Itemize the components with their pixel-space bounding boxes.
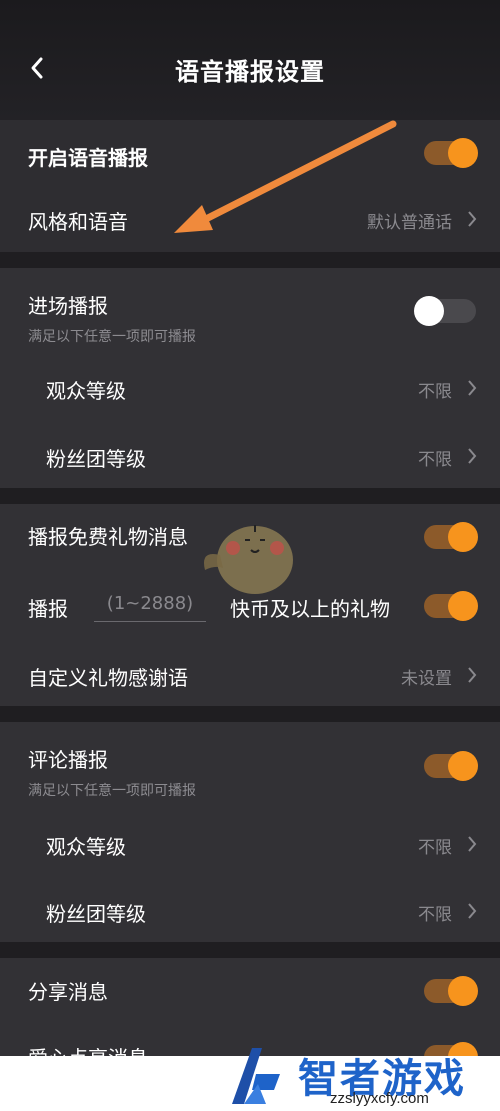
chevron-right-icon <box>468 836 477 852</box>
free-gift-toggle[interactable] <box>424 522 478 552</box>
free-gift-label: 播报免费礼物消息 <box>28 525 188 549</box>
share-toggle[interactable] <box>424 976 478 1006</box>
comment-audience-value: 不限 <box>418 838 452 858</box>
chevron-right-icon <box>468 667 477 683</box>
page-title: 语音播报设置 <box>175 58 325 86</box>
style-voice-label: 风格和语音 <box>28 210 128 234</box>
divider <box>0 252 500 268</box>
style-voice-value: 默认普通话 <box>367 213 452 233</box>
section-comment: 评论播报 满足以下任意一项即可播报 观众等级 不限 粉丝团等级 不限 <box>0 722 500 942</box>
comment-broadcast-label: 评论播报 <box>28 748 108 772</box>
entry-fan-row[interactable]: 粉丝团等级 不限 <box>0 420 500 486</box>
broadcast-label: 播报 <box>28 597 68 621</box>
divider <box>0 706 500 722</box>
section-voice: 开启语音播报 风格和语音 默认普通话 <box>0 120 500 252</box>
comment-fan-value: 不限 <box>418 905 452 925</box>
gift-thanks-label: 自定义礼物感谢语 <box>28 666 188 690</box>
chevron-right-icon <box>468 448 477 464</box>
entry-audience-label: 观众等级 <box>46 379 126 403</box>
share-row: 分享消息 <box>0 958 500 1024</box>
comment-fan-label: 粉丝团等级 <box>46 902 146 926</box>
divider <box>0 488 500 504</box>
chevron-right-icon <box>468 380 477 396</box>
gift-thanks-row[interactable]: 自定义礼物感谢语 未设置 <box>0 640 500 706</box>
watermark-url: zzslyyxcfy.com <box>330 1090 429 1107</box>
entry-broadcast-row: 进场播报 满足以下任意一项即可播报 <box>0 268 500 354</box>
comment-audience-label: 观众等级 <box>46 835 126 859</box>
entry-broadcast-label: 进场播报 <box>28 294 108 318</box>
gift-thanks-value: 未设置 <box>401 669 452 689</box>
chevron-right-icon <box>468 211 477 227</box>
style-voice-row[interactable]: 风格和语音 默认普通话 <box>0 186 500 252</box>
coin-gift-toggle[interactable] <box>424 591 478 621</box>
divider <box>0 942 500 958</box>
enable-voice-toggle[interactable] <box>424 138 478 168</box>
entry-fan-value: 不限 <box>418 450 452 470</box>
header-bar: 语音播报设置 <box>0 0 500 120</box>
comment-broadcast-toggle[interactable] <box>424 751 478 781</box>
entry-broadcast-toggle[interactable] <box>414 296 476 326</box>
watermark-logo <box>232 1048 280 1104</box>
mascot-illustration <box>204 525 293 594</box>
chevron-right-icon <box>468 903 477 919</box>
comment-audience-row[interactable]: 观众等级 不限 <box>0 808 500 874</box>
share-label: 分享消息 <box>28 980 108 1004</box>
enable-voice-row: 开启语音播报 <box>0 120 500 186</box>
comment-broadcast-sub: 满足以下任意一项即可播报 <box>28 783 196 799</box>
entry-audience-value: 不限 <box>418 382 452 402</box>
section-entry: 进场播报 满足以下任意一项即可播报 观众等级 不限 粉丝团等级 不限 <box>0 268 500 488</box>
comment-broadcast-row: 评论播报 满足以下任意一项即可播报 <box>0 722 500 808</box>
gift-threshold-input[interactable]: (1~2888) <box>94 586 206 622</box>
comment-fan-row[interactable]: 粉丝团等级 不限 <box>0 874 500 940</box>
entry-audience-row[interactable]: 观众等级 不限 <box>0 354 500 420</box>
entry-broadcast-sub: 满足以下任意一项即可播报 <box>28 329 196 345</box>
enable-voice-label: 开启语音播报 <box>28 146 148 170</box>
entry-fan-label: 粉丝团等级 <box>46 447 146 471</box>
